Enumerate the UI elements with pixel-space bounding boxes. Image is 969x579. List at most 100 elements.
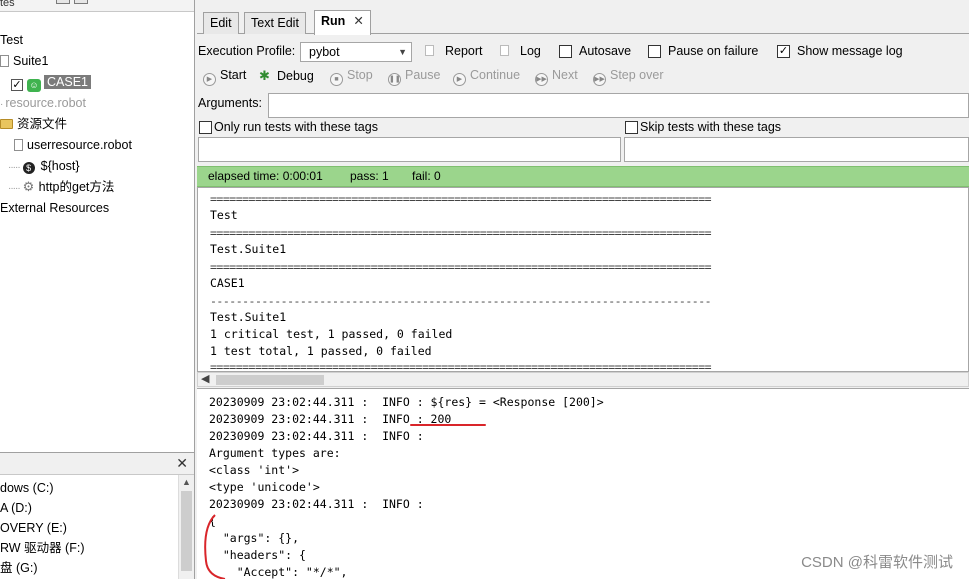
- test-tree: Test Suite1 ✓ ☺ CASE1 · resource.robot 资源文件…: [0, 12, 194, 452]
- stop-button[interactable]: ■ Stop: [330, 68, 373, 86]
- pass-count: pass: 1: [350, 169, 389, 183]
- tree-node-label: External Resources: [0, 201, 110, 215]
- close-icon[interactable]: ✕: [176, 455, 188, 472]
- tree-node-suite1[interactable]: Suite1: [0, 51, 48, 71]
- arguments-input[interactable]: [268, 93, 969, 118]
- play-icon: ▶: [453, 73, 466, 86]
- tree-node-resource-folder[interactable]: 资源文件: [0, 114, 67, 134]
- output-horizontal-scrollbar[interactable]: ◀: [197, 372, 969, 387]
- gear-icon: ⚙: [22, 179, 35, 194]
- tab-label: Edit: [210, 16, 232, 30]
- tab-run[interactable]: Run ✕: [314, 10, 371, 35]
- tree-node-case1[interactable]: ✓ ☺ CASE1: [11, 72, 91, 92]
- skip-tags-input[interactable]: [624, 137, 969, 162]
- tree-node-resource-robot[interactable]: · resource.robot: [0, 93, 86, 113]
- toolbar-button-icon[interactable]: [74, 0, 88, 4]
- execution-profile-row: Execution Profile: pybot ▼ Report Log Au…: [197, 42, 969, 62]
- tree-node-label: userresource.robot: [27, 138, 132, 152]
- report-icon: [425, 45, 434, 56]
- close-tab-icon[interactable]: ✕: [353, 14, 363, 28]
- scroll-up-icon[interactable]: ▲: [179, 475, 194, 489]
- file-icon: [0, 55, 9, 67]
- dollar-variable-icon: $: [22, 162, 35, 174]
- drive-item-d[interactable]: A (D:): [0, 498, 32, 518]
- red-bracket-annotation: [204, 514, 226, 579]
- elapsed-time: elapsed time: 0:00:01: [208, 169, 323, 183]
- stop-label: Stop: [347, 68, 373, 82]
- debug-button[interactable]: ✱ Debug: [259, 68, 314, 84]
- drive-item-c[interactable]: dows (C:): [0, 478, 53, 498]
- drive-item-g[interactable]: 盘 (G:): [0, 558, 38, 578]
- play-icon: ▶: [203, 73, 216, 86]
- run-status-bar: elapsed time: 0:00:01 pass: 1 fail: 0: [197, 166, 969, 187]
- show-message-log-checkbox[interactable]: ✓: [777, 45, 790, 58]
- drive-item-f[interactable]: RW 驱动器 (F:): [0, 538, 84, 558]
- tree-node-label: http的get方法: [38, 180, 115, 194]
- debug-label: Debug: [277, 69, 314, 83]
- skip-tags-checkbox[interactable]: [625, 121, 638, 134]
- output-line: ========================================…: [210, 192, 712, 206]
- scrollbar-thumb[interactable]: [181, 491, 192, 571]
- file-browser-scrollbar[interactable]: ▲: [178, 475, 194, 579]
- tab-edit[interactable]: Edit: [203, 12, 239, 34]
- pause-button[interactable]: ❚❚ Pause: [388, 68, 440, 86]
- scroll-left-icon[interactable]: ◀: [201, 373, 209, 386]
- only-run-tags-checkbox[interactable]: [199, 121, 212, 134]
- drive-label: OVERY (E:): [0, 521, 67, 535]
- autosave-checkbox[interactable]: [559, 45, 572, 58]
- pause-on-failure-checkbox[interactable]: [648, 45, 661, 58]
- tree-connector-icon: ·····: [8, 162, 21, 173]
- execution-profile-select[interactable]: pybot ▼: [300, 42, 412, 62]
- start-label: Start: [220, 68, 247, 82]
- continue-button[interactable]: ▶ Continue: [453, 68, 520, 86]
- tree-node-external-resources[interactable]: External Resources: [0, 198, 109, 218]
- checkbox-checked-icon[interactable]: ✓: [11, 79, 23, 91]
- log-button[interactable]: Log: [520, 44, 541, 58]
- pause-on-failure-label: Pause on failure: [668, 44, 759, 58]
- only-run-tags-label: Only run tests with these tags: [214, 120, 378, 134]
- drive-item-e[interactable]: OVERY (E:): [0, 518, 67, 538]
- execution-profile-value: pybot: [309, 45, 340, 59]
- step-over-icon: ▶▶: [593, 73, 606, 86]
- pause-icon: ❚❚: [388, 73, 401, 86]
- tree-node-label: 资源文件: [17, 117, 68, 131]
- tree-node-test[interactable]: Test: [0, 30, 23, 50]
- next-icon: ▶▶: [535, 73, 548, 86]
- only-run-tags-input[interactable]: [198, 137, 621, 162]
- show-message-log-label: Show message log: [797, 44, 903, 58]
- drive-label: A (D:): [0, 501, 32, 515]
- tab-text-edit[interactable]: Text Edit: [244, 12, 306, 34]
- tree-node-label: CASE1: [44, 75, 91, 89]
- log-line: <class 'int'>: [209, 463, 300, 477]
- log-line: 20230909 23:02:44.311 : INFO :: [209, 497, 424, 511]
- drive-label: RW 驱动器 (F:): [0, 541, 85, 555]
- autosave-label: Autosave: [579, 44, 632, 58]
- file-icon: [14, 139, 23, 151]
- watermark-text: CSDN @科雷软件测试: [801, 554, 953, 571]
- tree-node-userresource[interactable]: userresource.robot: [14, 135, 132, 155]
- scrollbar-thumb[interactable]: [216, 375, 324, 385]
- log-line: 20230909 23:02:44.311 : INFO :: [209, 429, 424, 443]
- output-line: ========================================…: [210, 360, 712, 372]
- run-controls-row: ▶ Start ✱ Debug ■ Stop ❚❚ Pause ▶ Continue ▶▶…: [197, 68, 969, 86]
- next-label: Next: [552, 68, 578, 82]
- log-line: Argument types are:: [209, 446, 341, 460]
- red-underline-annotation: [410, 424, 486, 426]
- run-output-console: ========================================…: [197, 187, 969, 372]
- testcase-icon: ☺: [27, 79, 41, 92]
- step-over-button[interactable]: ▶▶ Step over: [593, 68, 664, 86]
- step-over-label: Step over: [610, 68, 664, 82]
- tree-connector-icon: ·····: [8, 183, 21, 194]
- stop-icon: ■: [330, 73, 343, 86]
- execution-profile-label: Execution Profile:: [198, 44, 296, 58]
- next-button[interactable]: ▶▶ Next: [535, 68, 578, 86]
- tree-node-get-keyword[interactable]: ····· ⚙ http的get方法: [8, 177, 114, 197]
- start-button[interactable]: ▶ Start: [203, 68, 246, 86]
- toolbar-button-icon[interactable]: [56, 0, 70, 4]
- tree-node-host-variable[interactable]: ····· $ ${host}: [8, 156, 80, 176]
- tree-node-label: Suite1: [13, 54, 49, 68]
- bug-icon: ✱: [259, 68, 270, 83]
- report-button[interactable]: Report: [445, 44, 483, 58]
- output-line: Test: [210, 208, 238, 222]
- log-line: 20230909 23:02:44.311 : INFO : ${res} = …: [209, 395, 604, 409]
